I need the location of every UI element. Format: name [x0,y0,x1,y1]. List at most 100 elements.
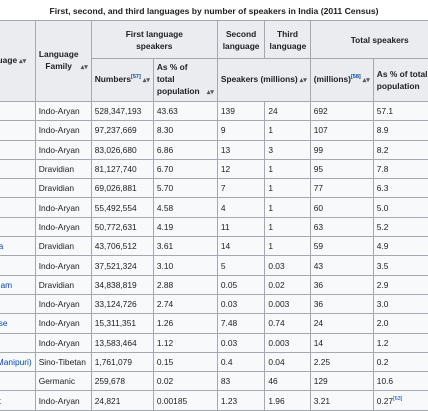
ref-link[interactable]: [57] [131,74,141,80]
cell-total-pct: 1.2 [372,332,428,353]
cell-first-language-number: 259,678 [90,371,154,392]
header-numbers[interactable]: Numbers[57] ▴▾ [90,58,154,102]
cell-first-language-number-text: 55,492,554 [94,202,137,213]
cell-language-family-text: Germanic [38,376,76,387]
cell-language-text[interactable]: (Manipuri) [0,357,32,367]
cell-first-language-pct: 2.74 [152,293,218,315]
cell-first-language-pct: 8.30 [152,120,218,141]
cell-first-language-pct: 1.12 [152,332,218,353]
cell-language-family: Dravidian [34,236,92,257]
header-speakers-millions[interactable]: Speakers (millions) ▴▾ [216,58,311,102]
cell-language-text[interactable]: da [0,241,3,251]
table-row: Dravidian 69,026,881 5.70 7 1 77 6.3 [0,178,428,199]
ref-link[interactable]: [63] [393,396,402,402]
cell-total-millions: 99 [309,139,374,160]
cell-language: li [0,120,36,141]
cell-total-millions-text: 63 [313,221,324,232]
cell-second-language: 5 [216,255,266,276]
cell-third-language-text: 3 [268,144,273,155]
cell-language-family-text: Dravidian [38,241,75,252]
cell-first-language-pct: 4.19 [152,216,218,238]
cell-total-millions-text: 43 [313,260,324,271]
cell-language-family-text: Sino-Tibetan [38,357,86,367]
cell-total-pct-text: 7.8 [376,164,389,175]
cell-total-millions: 77 [309,178,374,199]
cell-language-family: Dravidian [34,158,92,180]
cell-language-text[interactable]: ese [0,318,8,328]
cell-first-language-number: 81,127,740 [90,158,154,180]
sort-icon[interactable]: ▴▾ [143,77,150,84]
sort-icon[interactable]: ▴▾ [300,77,307,84]
cell-language: da [0,236,36,257]
cell-third-language-text: 0.74 [268,318,285,329]
cell-language: rit [0,390,36,411]
cell-first-language-number: 83,026,680 [90,139,154,160]
cell-second-language-text: 0.03 [220,299,238,310]
table-row: alam Dravidian 34,838,819 2.88 0.05 0.02 36 2.9 [0,274,428,295]
cell-third-language-text: 0.03 [268,260,285,271]
cell-third-language-text: 1 [268,202,273,213]
cell-language-family-text: Indo-Aryan [38,221,80,232]
cell-second-language: 4 [216,197,266,218]
table-caption: First, second, and third languages by nu… [49,6,379,16]
table-row: (Manipuri) Sino-Tibetan 1,761,079 0.15 0.4 0.… [0,351,428,373]
sort-icon[interactable]: ▴▾ [81,64,88,71]
table-row: Germanic 259,678 0.02 83 46 129 10.6 [0,371,428,392]
cell-second-language-text: 83 [220,376,231,387]
cell-total-pct: 5.2 [372,216,428,238]
header-total-millions[interactable]: (millions)[58] ▴▾ [309,58,374,102]
table-row: tiIndo-Aryan 55,492,554 4.58 4 1 60 5.0 [0,197,428,218]
cell-total-pct-text: 2.0 [376,318,389,329]
cell-total-millions: 43 [309,255,374,276]
cell-first-language-number: 15,311,351 [90,313,154,334]
cell-language-family-text: Indo-Aryan [38,125,80,136]
header-total-pct[interactable]: As % of total population[5 [372,58,428,102]
header-language[interactable]: Language▴▾ [0,20,36,102]
cell-language: i [0,293,36,315]
cell-total-millions-text: 60 [313,202,324,213]
cell-language-text[interactable]: alam [0,280,12,290]
cell-first-language-number: 50,772,631 [90,216,154,238]
cell-first-language-number: 34,838,819 [90,274,154,295]
header-pct-total[interactable]: As % of total population ▴▾ [152,58,218,102]
cell-language: ese [0,313,36,334]
cell-first-language-pct-text: 6.86 [156,144,174,155]
cell-second-language-text: 7.48 [220,318,238,329]
header-family[interactable]: Language Family ▴▾ [34,20,92,102]
cell-first-language-pct-text: 0.02 [156,376,174,387]
cell-first-language-number: 69,026,881 [90,178,154,199]
cell-first-language-pct: 5.70 [152,178,218,199]
cell-total-pct: 3.0 [372,293,428,315]
cell-first-language-pct-text: 6.70 [156,164,174,175]
cell-first-language-pct-text: 0.00185 [156,395,188,406]
sort-icon[interactable]: ▴▾ [19,58,26,65]
ref-link[interactable]: [58] [351,74,361,80]
cell-total-pct-text: 5.0 [376,202,389,213]
table-row: iIndo-Aryan 13,583,464 1.12 0.03 0.003 14 1.2 [0,332,428,353]
cell-language-text[interactable]: rit [0,396,1,406]
cell-first-language-number: 43,706,512 [90,236,154,257]
cell-total-millions: 95 [309,158,374,180]
cell-first-language-number-text: 15,311,351 [94,318,137,329]
cell-language [0,371,36,392]
table-row: ese Indo-Aryan 15,311,351 1.26 7.48 0.74 24 2.0 [0,313,428,334]
cell-first-language-number-text: 259,678 [94,376,126,387]
cell-language-family: Indo-Aryan [34,120,92,141]
cell-total-millions-text: 95 [313,164,324,175]
header-third-language[interactable]: Third language [264,20,311,59]
cell-language: alam [0,274,36,295]
cell-language [0,100,36,122]
cell-first-language-number-text: 13,583,464 [94,337,137,348]
cell-second-language-text: 5 [220,260,226,271]
cell-first-language-number-text: 81,127,740 [94,164,137,175]
cell-first-language-pct-text: 1.12 [156,337,174,348]
sort-icon[interactable]: ▴▾ [207,89,214,96]
sort-icon[interactable]: ▴▾ [363,77,370,84]
cell-total-millions: 24 [309,313,374,334]
cell-third-language: 3 [264,139,311,160]
cell-language-family: Indo-Aryan [34,390,92,411]
table-row: da Dravidian 43,706,512 3.61 14 1 59 4.9 [0,236,428,257]
header-second-language[interactable]: Second language [216,20,266,59]
cell-first-language-number: 13,583,464 [90,332,154,353]
cell-language-family-text: Indo-Aryan [38,202,80,213]
